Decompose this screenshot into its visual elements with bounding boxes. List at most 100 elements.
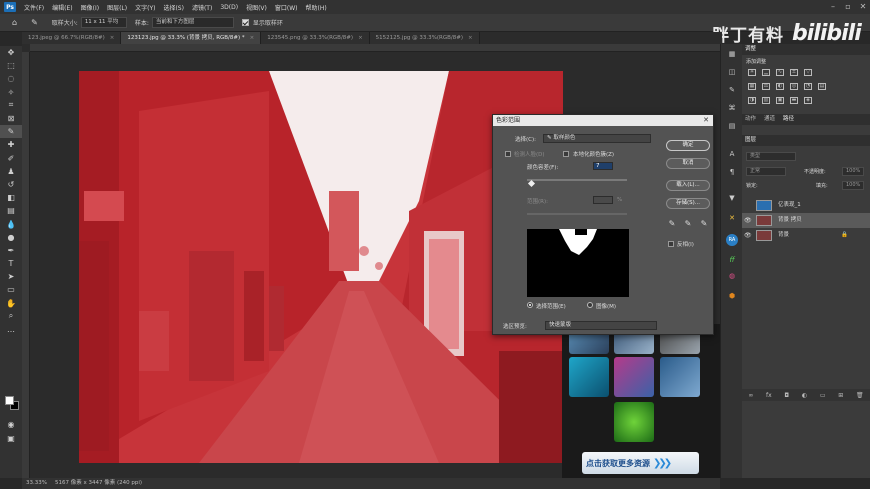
doc-tab[interactable]: 5152125.jpg @ 33.3%(RGB/8#) × (369, 32, 480, 44)
layer-row-selected[interactable]: 👁 背景 拷贝 (742, 213, 870, 228)
layer-row[interactable]: 亿表现_1 (742, 198, 870, 213)
black-white-icon[interactable]: ◐ (776, 83, 784, 90)
home-icon[interactable]: ⌂ (12, 18, 17, 27)
gradient-tool-icon[interactable]: ▤ (0, 204, 22, 217)
menu-image[interactable]: 图像(I) (77, 3, 103, 12)
delete-layer-icon[interactable]: 🗑 (856, 392, 864, 399)
levels-icon[interactable]: ▁ (762, 69, 770, 76)
sample-size-select[interactable]: 11 x 11 平均 (80, 17, 127, 28)
close-tab-icon[interactable]: × (468, 35, 473, 41)
selection-preview-select[interactable]: 快速蒙版 (545, 321, 657, 330)
vibrance-icon[interactable]: ▽ (804, 69, 812, 76)
tab-layers[interactable]: 图层 (745, 135, 756, 146)
menu-select[interactable]: 选择(S) (159, 3, 188, 12)
curves-icon[interactable]: ∿ (776, 69, 784, 76)
selective-color-icon[interactable]: ◈ (804, 97, 812, 104)
history-brush-icon[interactable]: ↺ (0, 178, 22, 191)
sample-select[interactable]: 当前和下方图层 (151, 17, 234, 28)
fx-icon[interactable]: fx (766, 392, 772, 399)
doc-tab[interactable]: 123545.png @ 33.3%(RGB/8#) × (261, 32, 370, 44)
properties-panel-icon[interactable]: ◫ (724, 66, 740, 78)
foreground-color[interactable] (5, 396, 14, 405)
quick-select-tool-icon[interactable]: ✧ (0, 86, 22, 99)
adjust-panel-icon[interactable]: ✎ (724, 84, 740, 96)
opacity-input[interactable]: 100% (842, 167, 864, 176)
close-dialog-icon[interactable]: ✕ (703, 115, 709, 126)
type-tool-icon[interactable]: T (0, 257, 22, 270)
show-sampling-ring-checkbox[interactable] (241, 19, 249, 26)
color-lookup-icon[interactable]: ▤ (818, 83, 826, 90)
layer-row[interactable]: 👁 背景 🔒 (742, 228, 870, 243)
menu-filter[interactable]: 滤镜(T) (188, 3, 216, 12)
invert-checkbox[interactable] (668, 241, 674, 247)
photo-filter-icon[interactable]: ◎ (790, 83, 798, 90)
menu-help[interactable]: 帮助(H) (302, 3, 331, 12)
posterize-icon[interactable]: ▥ (762, 97, 770, 104)
color-swatches[interactable] (5, 396, 19, 410)
dodge-tool-icon[interactable]: ● (0, 231, 22, 244)
menu-window[interactable]: 窗口(W) (271, 3, 302, 12)
zoom-tool-icon[interactable]: ⌕ (0, 310, 22, 323)
healing-brush-icon[interactable]: ✚ (0, 138, 22, 151)
menu-3d[interactable]: 3D(D) (216, 4, 242, 11)
close-tab-icon[interactable]: × (358, 35, 363, 41)
plugin-ff-icon[interactable]: ff (724, 254, 740, 266)
eraser-tool-icon[interactable]: ◧ (0, 191, 22, 204)
lasso-tool-icon[interactable]: ◌ (0, 72, 22, 85)
fuzziness-input[interactable]: 7 (593, 162, 613, 170)
close-window-icon[interactable]: ✕ (856, 0, 870, 14)
pen-tool-icon[interactable]: ✒ (0, 244, 22, 257)
tab-paths[interactable]: 路径 (783, 114, 794, 125)
blend-mode-select[interactable]: 正常 (746, 167, 786, 176)
plugin-cube-icon[interactable]: ⬢ (724, 290, 740, 302)
eye-icon[interactable]: 👁 (744, 228, 753, 243)
promo-thumbnail[interactable] (660, 357, 700, 397)
detect-faces-checkbox[interactable] (505, 151, 511, 157)
brightness-icon[interactable]: ☀ (748, 69, 756, 76)
document-canvas[interactable] (79, 71, 563, 463)
move-tool-icon[interactable]: ✥ (0, 46, 22, 59)
add-mask-icon[interactable]: ◘ (784, 392, 789, 399)
gradient-map-icon[interactable]: ▬ (790, 97, 798, 104)
screen-mode-icon[interactable]: ▣ (0, 432, 22, 445)
exposure-icon[interactable]: ± (790, 69, 798, 76)
get-more-resources-button[interactable]: 点击获取更多资源 ❯❯❯ (582, 452, 699, 474)
dialog-titlebar[interactable]: 色彩范围 ✕ (493, 115, 713, 126)
blur-tool-icon[interactable]: 💧 (0, 217, 22, 230)
more-tools-icon[interactable]: … (0, 323, 22, 336)
load-button[interactable]: 载入(L)... (666, 180, 710, 191)
close-tab-icon[interactable]: × (250, 35, 255, 41)
range-input[interactable] (593, 196, 613, 204)
layer-kind-filter[interactable]: 类型 (746, 152, 796, 161)
menu-layer[interactable]: 图层(L) (103, 3, 131, 12)
marquee-tool-icon[interactable]: ⬚ (0, 59, 22, 72)
fill-input[interactable]: 100% (842, 181, 864, 190)
tab-actions[interactable]: 动作 (745, 114, 756, 125)
eyedropper-tool-icon[interactable]: ✎ (31, 18, 38, 27)
adjustment-layer-icon[interactable]: ◐ (802, 392, 807, 399)
menu-file[interactable]: 文件(F) (20, 3, 48, 12)
group-icon[interactable]: ▭ (820, 392, 826, 399)
plugin-color-wheel-icon[interactable]: ◍ (724, 270, 740, 282)
minimize-icon[interactable]: – (826, 0, 840, 14)
plugin-x-icon[interactable]: ✕ (724, 212, 740, 224)
new-layer-icon[interactable]: ⊞ (838, 392, 843, 399)
brush-panel-icon[interactable]: ⌘ (724, 102, 740, 114)
tab-adjustments[interactable]: 调整 (745, 44, 756, 55)
ok-button[interactable]: 确定 (666, 140, 710, 151)
history-panel-icon[interactable]: ▦ (724, 48, 740, 60)
menu-edit[interactable]: 编辑(E) (48, 3, 76, 12)
hand-tool-icon[interactable]: ✋ (0, 297, 22, 310)
promo-thumbnail[interactable] (614, 402, 654, 442)
menu-view[interactable]: 视图(V) (242, 3, 271, 12)
select-dropdown[interactable]: ✎ 取样颜色 (543, 134, 651, 143)
doc-tab[interactable]: 123.jpeg @ 66.7%(RGB/8#) × (22, 32, 122, 44)
channel-mixer-icon[interactable]: ◔ (804, 83, 812, 90)
plugin-ra-icon[interactable]: RA (726, 234, 738, 246)
localized-clusters-checkbox[interactable] (563, 151, 569, 157)
invert-icon[interactable]: ◑ (748, 97, 756, 104)
promo-thumbnail[interactable] (614, 357, 654, 397)
image-radio[interactable] (587, 302, 593, 308)
fuzziness-slider-thumb[interactable] (527, 179, 536, 188)
selection-radio[interactable] (527, 302, 533, 308)
